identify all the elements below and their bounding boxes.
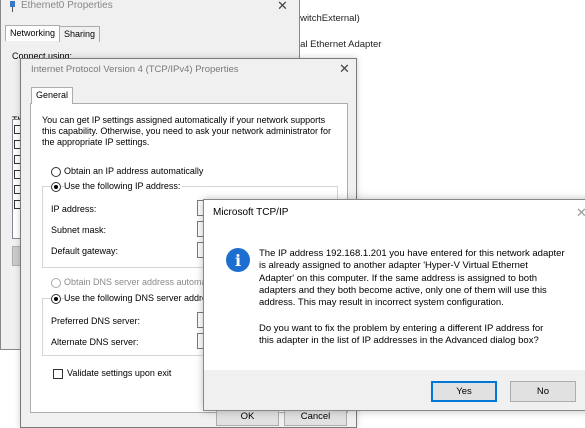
network-adapter-icon [8, 1, 17, 12]
tab-networking[interactable]: Networking [5, 25, 61, 41]
use-ip-radio[interactable] [51, 182, 61, 192]
message-line: is already assigned to another adapter '… [259, 260, 528, 272]
tab-sharing[interactable]: Sharing [59, 26, 101, 42]
message-line: The IP address 192.168.1.201 you have en… [259, 248, 565, 259]
info-icon-glyph: i [234, 250, 242, 270]
message-box-footer: Yes No [204, 370, 585, 410]
ethernet-window-title: Ethernet0 Properties [21, 0, 113, 11]
validate-label: Validate settings upon exit [67, 368, 172, 378]
use-dns-radio[interactable] [51, 294, 61, 304]
info-icon: i [226, 248, 250, 272]
message-line: adapters and they both become active, on… [259, 284, 547, 296]
ipv4-close-icon[interactable]: ✕ [339, 61, 350, 77]
obtain-ip-radio[interactable] [51, 167, 61, 177]
obtain-dns-radio[interactable] [51, 278, 61, 288]
yes-button[interactable]: Yes [431, 381, 497, 402]
background-adapter-text-2: rtual Ethernet Adapter [289, 39, 382, 50]
obtain-ip-label: Obtain an IP address automatically [64, 166, 204, 176]
message-line: address. This may result in incorrect sy… [259, 297, 504, 309]
no-button[interactable]: No [510, 381, 576, 402]
use-ip-label: Use the following IP address: [64, 181, 183, 191]
intro-text: You can get IP settings assigned automat… [42, 115, 331, 147]
ipv4-dialog-title: Internet Protocol Version 4 (TCP/IPv4) P… [31, 64, 239, 75]
subnet-mask-label: Subnet mask: [51, 225, 107, 235]
message-line: Adapter' on this computer. If the same a… [259, 272, 538, 284]
message-box-title: Microsoft TCP/IP [213, 207, 289, 218]
preferred-dns-label: Preferred DNS server: [51, 316, 141, 326]
message-paragraph-1: The IP address 192.168.1.201 you have en… [259, 248, 585, 309]
ip-address-label: IP address: [51, 204, 97, 214]
tcpip-message-box: Microsoft TCP/IP ✕ i The IP address 192.… [203, 199, 585, 411]
tab-general[interactable]: General [31, 87, 74, 104]
validate-checkbox[interactable] [53, 369, 63, 379]
message-box-close-icon[interactable]: ✕ [576, 205, 585, 221]
message-paragraph-2: Do you want to fix the problem by enteri… [259, 323, 585, 348]
message-line: this adapter in the list of IP addresses… [259, 335, 539, 347]
default-gateway-label: Default gateway: [51, 246, 119, 256]
ethernet-close-icon[interactable]: ✕ [277, 0, 288, 14]
message-line: Do you want to fix the problem by enteri… [259, 323, 544, 334]
alternate-dns-label: Alternate DNS server: [51, 337, 139, 347]
